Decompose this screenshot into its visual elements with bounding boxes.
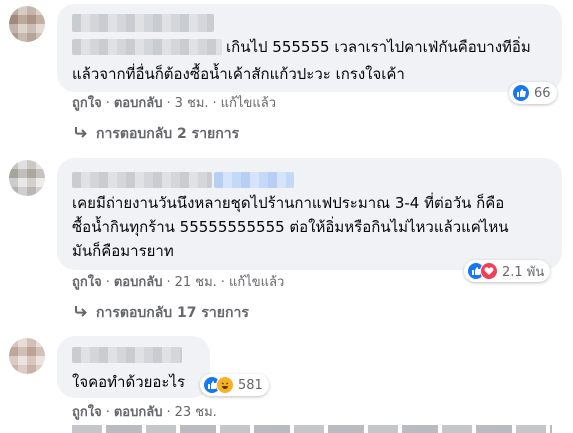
timestamp[interactable]: 23 ชม. [175, 405, 217, 420]
cutoff-reply-preview [72, 425, 552, 433]
timestamp[interactable]: 3 ชม. [175, 96, 209, 111]
tag-name[interactable] [214, 172, 294, 188]
author-name[interactable] [72, 172, 212, 188]
comment-text-line: มันก็คือมารยาท [72, 242, 174, 260]
edited-label: แก้ไขแล้ว [228, 275, 285, 290]
haha-icon [216, 376, 234, 394]
reaction-summary[interactable]: 66 [509, 82, 557, 104]
comment-actions: ถูกใจ · ตอบกลับ · 3 ชม. · แก้ไขแล้ว [72, 96, 276, 111]
author-name[interactable] [72, 347, 182, 363]
love-icon [480, 262, 498, 280]
like-link[interactable]: ถูกใจ [72, 405, 102, 420]
reply-arrow-icon [74, 304, 90, 322]
reaction-summary[interactable]: 2.1 พัน [464, 260, 551, 282]
view-replies-link[interactable]: การตอบกลับ 2 รายการ [74, 125, 239, 143]
comment-text-line: ใจคอทำด้วยอะไร [72, 373, 186, 391]
comment-actions: ถูกใจ · ตอบกลับ · 23 ชม. [72, 405, 217, 420]
replies-label: การตอบกลับ 17 รายการ [96, 305, 249, 321]
avatar[interactable] [9, 338, 45, 374]
reaction-count: 2.1 พัน [502, 264, 545, 280]
avatar[interactable] [9, 6, 45, 42]
comment-actions: ถูกใจ · ตอบกลับ · 21 ชม. · แก้ไขแล้ว [72, 275, 285, 290]
comment-text-line: แล้วจากที่อื่นก็ต้องซื้อน้ำเค้าสักแก้วปะ… [72, 65, 405, 83]
timestamp[interactable]: 21 ชม. [175, 275, 217, 290]
reply-arrow-icon [74, 125, 90, 143]
author-name[interactable] [72, 14, 214, 32]
comment-text-line: เคยมีถ่ายงานวันนึงหลายชุดไปร้านกาแฟประมา… [72, 194, 505, 212]
like-link[interactable]: ถูกใจ [72, 96, 102, 111]
reaction-count: 66 [534, 85, 551, 101]
replies-label: การตอบกลับ 2 รายการ [96, 126, 240, 142]
view-replies-link[interactable]: การตอบกลับ 17 รายการ [74, 304, 249, 322]
reply-link[interactable]: ตอบกลับ [114, 405, 163, 420]
comment-text-line: เกินไป 555555 เวลาเราไปคาเฟ่กันคือบางทีอ… [226, 38, 531, 56]
reply-link[interactable]: ตอบกลับ [114, 96, 163, 111]
reaction-count: 581 [238, 377, 263, 393]
like-link[interactable]: ถูกใจ [72, 275, 102, 290]
reaction-summary[interactable]: 581 [200, 374, 269, 396]
edited-label: แก้ไขแล้ว [220, 96, 276, 111]
author-name-line [72, 39, 222, 55]
avatar[interactable] [9, 160, 45, 196]
like-icon [512, 84, 530, 102]
reply-link[interactable]: ตอบกลับ [114, 275, 163, 290]
comment-text-line: ซื้อน้ำกินทุกร้าน 55555555555 ต่อให้อิ่ม… [72, 218, 509, 236]
